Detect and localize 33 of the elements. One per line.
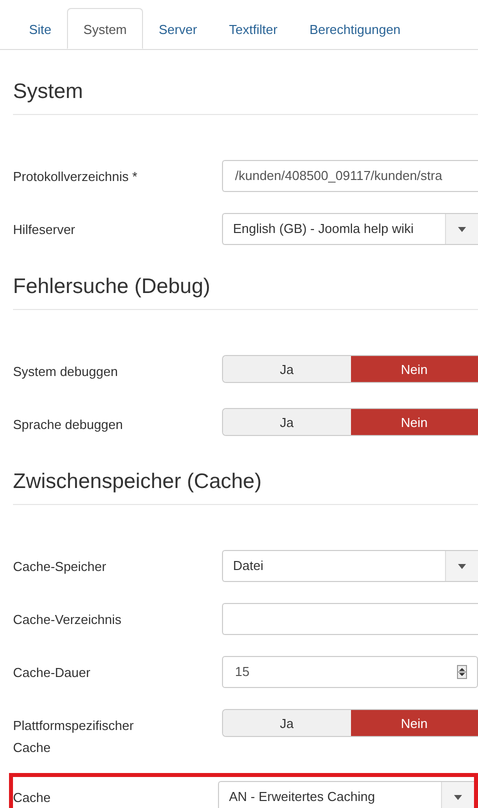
caret-icon	[458, 564, 466, 568]
section-heading: Fehlersuche (Debug)	[13, 245, 478, 310]
field-label: Cache-Verzeichnis	[13, 611, 122, 629]
toggle-option[interactable]: Ja	[223, 409, 350, 435]
field-label: Cache-Dauer	[13, 664, 92, 682]
caret-icon	[454, 794, 462, 800]
number-field[interactable]: 15	[222, 656, 478, 688]
tab[interactable]: System	[67, 8, 143, 49]
spinner-icon[interactable]	[457, 665, 467, 679]
field-label: Cache	[13, 789, 52, 807]
field-label: Plattformspezifischer Cache	[13, 717, 135, 757]
tab[interactable]: Textfilter	[213, 8, 294, 49]
dropdown[interactable]: AN - Erweitertes Caching	[218, 781, 474, 808]
toggle-option[interactable]: Nein	[350, 356, 478, 382]
field-label: Cache-Speicher	[13, 558, 108, 576]
toggle-option[interactable]: Nein	[350, 409, 478, 435]
section-heading: System	[13, 50, 478, 115]
toggle-option[interactable]: Nein	[350, 710, 478, 736]
field-label: Protokollverzeichnis *	[13, 168, 138, 186]
dropdown[interactable]: English (GB) - Joomla help wiki	[222, 213, 478, 245]
tab[interactable]: Site	[13, 8, 68, 49]
tab[interactable]: Server	[142, 8, 214, 49]
dropdown[interactable]: Datei	[222, 550, 478, 582]
toggle-option[interactable]: Ja	[223, 356, 350, 382]
text-field[interactable]: /kunden/408500_09117/kunden/stra	[222, 160, 478, 192]
field-label: Hilfeserver	[13, 221, 76, 239]
field-label: System debuggen	[13, 363, 119, 381]
toggle-option[interactable]: Ja	[223, 710, 350, 736]
text-field[interactable]	[222, 603, 478, 635]
caret-icon	[458, 226, 466, 232]
tab[interactable]: Berechtigungen	[293, 8, 417, 49]
field-label: Sprache debuggen	[13, 416, 124, 434]
section-heading: Zwischenspeicher (Cache)	[13, 440, 478, 505]
